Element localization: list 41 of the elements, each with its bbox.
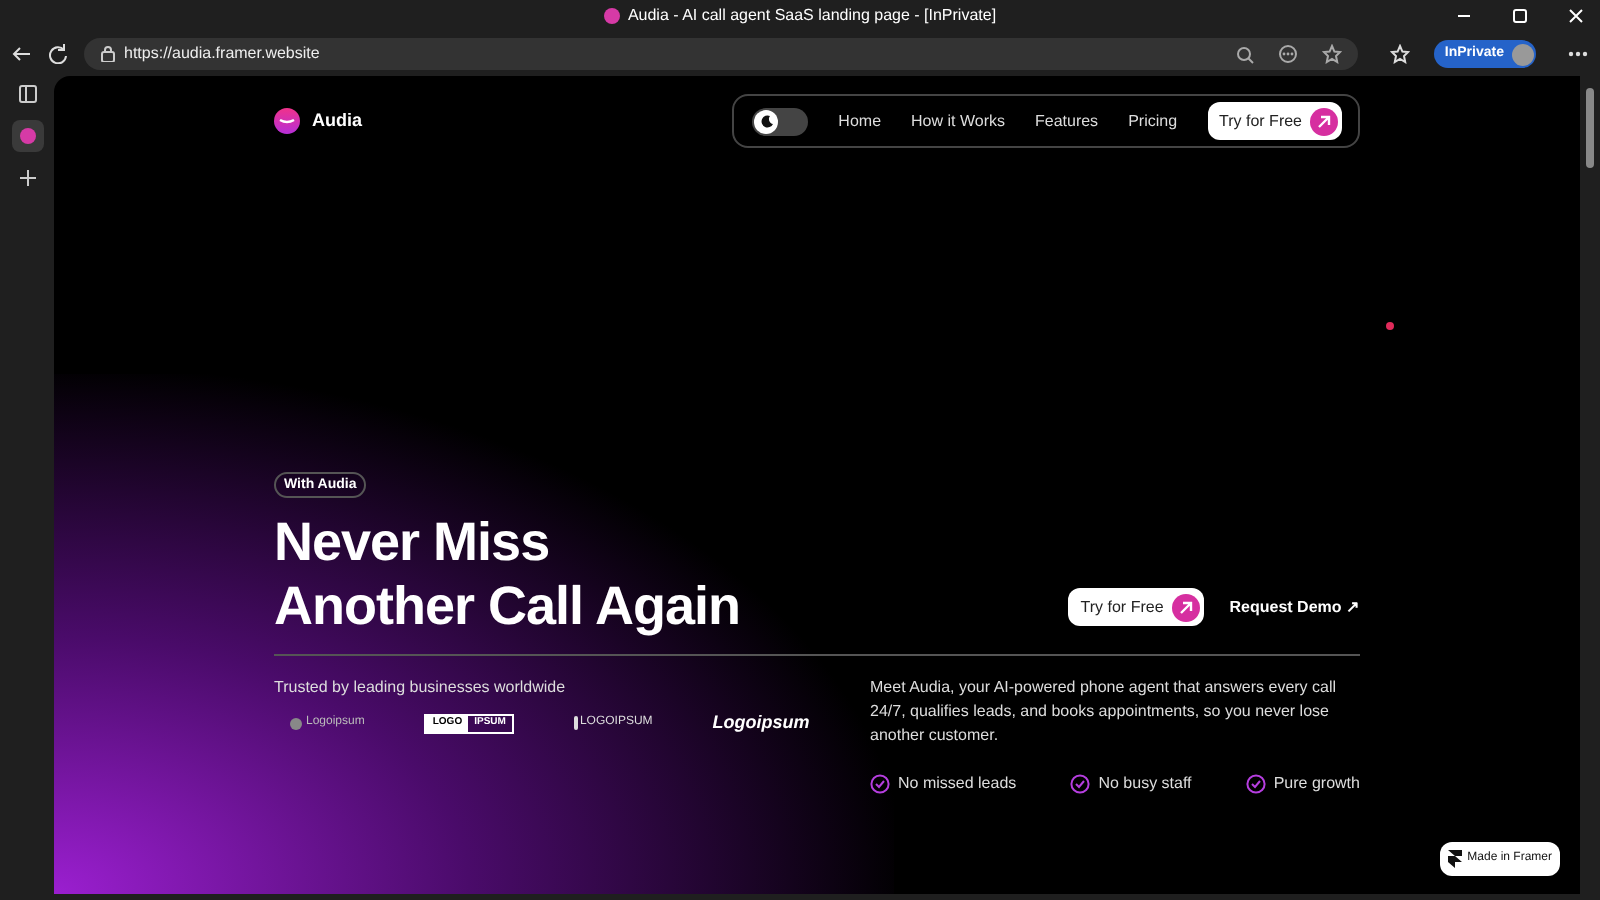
feature-label: No busy staff <box>1098 772 1192 796</box>
check-circle-icon <box>870 774 890 794</box>
nav-link[interactable]: Pricing <box>1128 109 1178 133</box>
partner-logo: Logoipsum <box>712 710 810 736</box>
brand-name[interactable]: Audia <box>312 107 363 135</box>
logo-icon <box>274 108 300 134</box>
back-icon[interactable] <box>12 44 32 64</box>
request-demo-link[interactable]: Request Demo ↗ <box>1229 595 1360 619</box>
tab-button[interactable] <box>11 120 43 152</box>
theme-toggle[interactable] <box>752 107 809 135</box>
sidebar-icon[interactable] <box>17 84 37 104</box>
moon-icon <box>759 114 774 128</box>
check-circle-icon <box>1070 774 1091 794</box>
headline: Another Call Again <box>274 574 741 638</box>
feature-label: No missed leads <box>898 772 1017 796</box>
favorites-icon[interactable] <box>1390 44 1411 64</box>
check-circle-icon <box>1245 774 1266 794</box>
zoom-icon[interactable] <box>1236 45 1255 63</box>
headline: Never Miss <box>274 510 552 574</box>
new-tab-icon[interactable] <box>17 168 37 188</box>
tab-favicon-icon <box>603 8 620 24</box>
close-icon[interactable] <box>1568 8 1584 24</box>
address-bar[interactable]: https://audia.framer.website <box>84 38 1359 70</box>
more-circle-icon[interactable] <box>1278 44 1299 64</box>
url-text: https://audia.framer.website <box>124 42 322 66</box>
nav-link[interactable]: Features <box>1034 109 1099 133</box>
lock-icon <box>100 46 116 62</box>
description: Meet Audia, your AI-powered phone agent that answers every call 24/7, qualifies leads, and books appointments, so you never lose another customer. <box>870 676 1339 748</box>
star-icon[interactable] <box>1322 44 1343 64</box>
more-icon[interactable] <box>1568 50 1588 58</box>
framer-icon <box>1447 850 1462 868</box>
feature-label: Pure growth <box>1273 772 1360 796</box>
reload-icon[interactable] <box>48 44 68 64</box>
trusted-label: Trusted by leading businesses worldwide <box>274 676 568 700</box>
maximize-icon[interactable] <box>1512 8 1528 24</box>
nav-link[interactable]: Home <box>838 109 882 133</box>
nav-link[interactable]: How it Works <box>911 109 1005 133</box>
window-title: Audia - AI call agent SaaS landing page - [InPrivate] <box>627 4 997 28</box>
try-free-button[interactable]: Try for Free <box>1207 102 1342 140</box>
avatar-icon <box>1512 43 1534 65</box>
try-free-button[interactable]: Try for Free <box>1068 588 1204 626</box>
